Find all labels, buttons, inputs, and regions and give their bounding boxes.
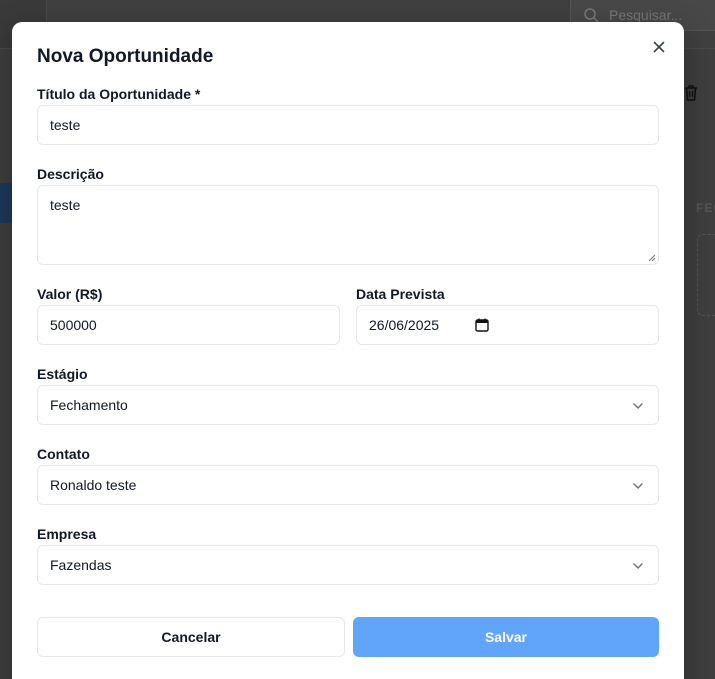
save-button[interactable]: Salvar: [353, 617, 659, 657]
title-label: Título da Oportunidade *: [37, 86, 201, 102]
calendar-icon[interactable]: [475, 318, 489, 332]
description-label: Descrição: [37, 166, 104, 182]
company-select[interactable]: Fazendas: [37, 545, 659, 585]
chevron-down-icon: [633, 483, 643, 489]
contact-select-value: Ronaldo teste: [50, 477, 137, 493]
title-input-value: teste: [50, 117, 81, 133]
expected-date-label: Data Prevista: [356, 286, 445, 302]
search-placeholder: Pesquisar...: [609, 7, 683, 23]
close-button[interactable]: [649, 37, 669, 57]
company-select-value: Fazendas: [50, 557, 112, 573]
contact-label: Contato: [37, 446, 90, 462]
expected-date-value: 26/06/2025: [369, 317, 440, 333]
new-opportunity-dialog: Nova Oportunidade Título da Oportunidade…: [12, 22, 684, 679]
stage-select[interactable]: Fechamento: [37, 385, 659, 425]
sidebar-active-item: [0, 183, 12, 223]
description-value: teste: [50, 197, 81, 213]
search-icon: [584, 8, 599, 23]
contact-select[interactable]: Ronaldo teste: [37, 465, 659, 505]
stage-select-value: Fechamento: [50, 397, 128, 413]
stage-label: Estágio: [37, 366, 88, 382]
value-label: Valor (R$): [37, 286, 103, 302]
value-input-value: 500000: [50, 317, 97, 333]
close-icon: [653, 41, 665, 53]
description-textarea[interactable]: teste: [37, 185, 659, 265]
company-label: Empresa: [37, 526, 97, 542]
title-input[interactable]: teste: [37, 105, 659, 145]
cancel-button[interactable]: Cancelar: [37, 617, 345, 657]
pipeline-column-label: FEC: [696, 201, 715, 215]
dialog-title: Nova Oportunidade: [37, 46, 214, 67]
chevron-down-icon: [633, 403, 643, 409]
pipeline-dropzone: [697, 234, 715, 316]
resize-grip-icon[interactable]: [648, 254, 656, 262]
expected-date-input[interactable]: 26/06/2025: [356, 305, 659, 345]
chevron-down-icon: [633, 563, 643, 569]
value-input[interactable]: 500000: [37, 305, 340, 345]
